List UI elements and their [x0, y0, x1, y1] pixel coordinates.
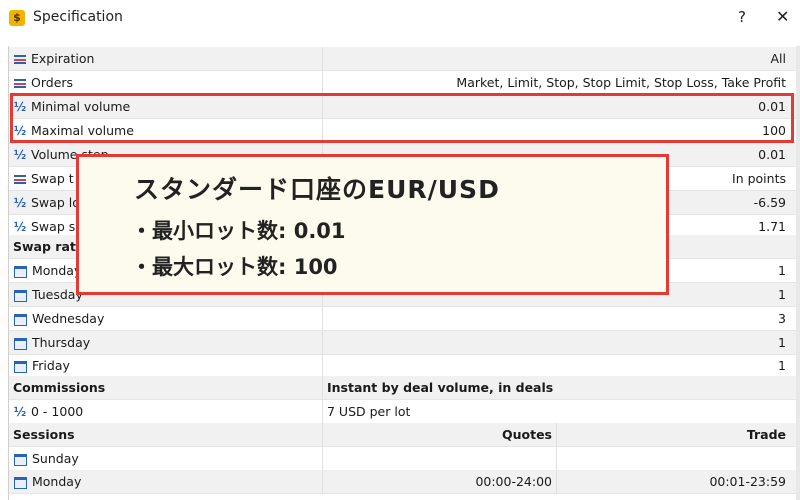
row-value: 3: [322, 307, 792, 330]
row-value: 1: [322, 331, 792, 354]
quotes-value: 00:00-24:00: [322, 470, 556, 493]
table-row-session-monday[interactable]: Monday 00:00-24:00 00:01-23:59: [9, 470, 797, 494]
annotation-callout: スタンダード口座のEUR/USD ・最小ロット数: 0.01 ・最大ロット数: …: [76, 154, 669, 295]
fraction-icon: ½: [13, 148, 27, 162]
list-icon: [14, 79, 26, 88]
row-label: Thursday: [32, 335, 91, 350]
trade-column-header: Trade: [556, 423, 792, 446]
row-label: Orders: [31, 75, 74, 90]
row-label: Swap t: [31, 171, 74, 186]
list-icon: [14, 55, 26, 64]
row-label: Sunday: [32, 451, 79, 466]
calendar-icon: [14, 337, 27, 350]
fraction-icon: ½: [13, 196, 27, 210]
app-icon: $: [9, 10, 25, 26]
row-label: 0 - 1000: [31, 404, 84, 419]
calendar-icon: [14, 265, 27, 278]
callout-title: スタンダード口座のEUR/USD: [134, 175, 500, 204]
row-label: Swap s: [31, 219, 76, 234]
table-row-friday[interactable]: Friday 1: [9, 354, 797, 378]
group-header-sessions[interactable]: Sessions Quotes Trade: [9, 423, 797, 447]
row-label: Expiration: [31, 51, 95, 66]
empty-cell: [556, 447, 792, 470]
calendar-icon: [14, 289, 27, 302]
row-value: 1: [322, 354, 792, 377]
calendar-icon: [14, 476, 27, 489]
callout-max-lot: ・最大ロット数: 100: [131, 255, 338, 279]
list-icon: [14, 175, 26, 184]
row-label: Wednesday: [32, 311, 105, 326]
group-label: Sessions: [13, 427, 75, 442]
group-label: Commissions: [13, 380, 106, 395]
row-label: Swap lo: [31, 195, 80, 210]
row-value: Market, Limit, Stop, Stop Limit, Stop Lo…: [322, 71, 792, 94]
table-row-orders[interactable]: Orders Market, Limit, Stop, Stop Limit, …: [9, 71, 797, 95]
fraction-icon: ½: [13, 405, 27, 419]
quotes-column-header: Quotes: [322, 423, 556, 446]
row-label: Monday: [32, 474, 82, 489]
vertical-scrollbar[interactable]: [796, 46, 800, 500]
callout-min-lot: ・最小ロット数: 0.01: [131, 219, 346, 243]
volume-highlight-frame: [10, 93, 794, 143]
table-row-sunday[interactable]: Sunday: [9, 447, 797, 471]
trade-value: 00:01-23:59: [556, 470, 792, 493]
table-row-thursday[interactable]: Thursday 1: [9, 331, 797, 355]
window-title: Specification: [33, 9, 123, 25]
group-header-commissions[interactable]: Commissions Instant by deal volume, in d…: [9, 376, 797, 400]
calendar-icon: [14, 360, 27, 373]
calendar-icon: [14, 453, 27, 466]
empty-cell: [322, 447, 556, 470]
group-column-header: Instant by deal volume, in deals: [322, 376, 792, 399]
row-value: All: [322, 47, 792, 70]
calendar-icon: [14, 313, 27, 326]
table-row-expiration[interactable]: Expiration All: [9, 47, 797, 71]
row-value: 7 USD per lot: [322, 400, 792, 423]
table-row-commission-range[interactable]: ½ 0 - 1000 7 USD per lot: [9, 400, 797, 424]
row-label: Monday: [32, 263, 82, 278]
help-button[interactable]: ?: [738, 8, 746, 26]
row-label: Friday: [32, 358, 70, 373]
close-button[interactable]: ✕: [776, 7, 789, 26]
table-row-wednesday[interactable]: Wednesday 3: [9, 307, 797, 331]
title-bar: $ Specification ? ✕: [0, 0, 800, 36]
